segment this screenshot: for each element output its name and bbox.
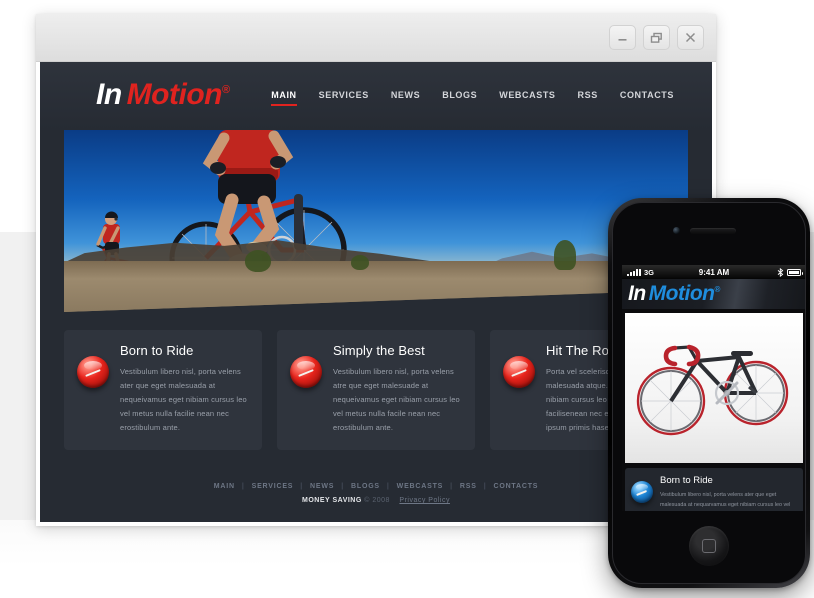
nav-item-blogs[interactable]: BLOGS: [442, 90, 477, 104]
phone-card-text: Vestibulum libero nisl, porta velens ate…: [660, 492, 791, 509]
shrub: [244, 249, 271, 272]
browser-title-bar: [36, 14, 716, 62]
footer-link-webcasts[interactable]: WEBCASTS: [397, 483, 443, 490]
footer-link-services[interactable]: SERVICES: [252, 483, 294, 490]
window-controls: [609, 25, 704, 50]
restore-icon: [650, 32, 662, 43]
nav-item-rss[interactable]: RSS: [578, 90, 598, 104]
speedometer-icon: [290, 356, 322, 388]
hero-banner: [64, 130, 688, 312]
road-bicycle-illustration: [636, 344, 789, 436]
phone-logo-word-in: In: [628, 282, 646, 305]
front-camera-icon: [673, 227, 680, 234]
restore-button[interactable]: [643, 25, 670, 50]
footer-link-main[interactable]: MAIN: [214, 483, 235, 490]
battery-icon: [787, 268, 803, 276]
card-body: Simply the Best Vestibulum libero nisl, …: [333, 343, 461, 434]
footer-link-rss[interactable]: RSS: [460, 483, 477, 490]
nav-item-contacts[interactable]: CONTACTS: [620, 90, 674, 104]
phone-site-logo[interactable]: In Motion®: [628, 282, 720, 306]
speedometer-icon: [503, 356, 535, 388]
feature-cards: Born to Ride Vestibulum libero nisl, por…: [64, 330, 688, 451]
logo-word-in: In: [96, 78, 122, 111]
speedometer-icon: [77, 356, 109, 388]
phone-body: 3G 9:41 AM In Motion® Born to Ride Vesti…: [612, 202, 806, 584]
feature-card-simply-the-best[interactable]: Simply the Best Vestibulum libero nisl, …: [277, 330, 475, 451]
card-title: Simply the Best: [333, 343, 425, 358]
card-text: Vestibulum libero nisl, porta velens ate…: [120, 367, 247, 432]
card-body: Born to Ride Vestibulum libero nisl, por…: [120, 343, 248, 434]
shrub: [351, 255, 370, 271]
phone-card-title: Born to Ride: [660, 475, 713, 486]
shrub: [553, 240, 576, 271]
home-button[interactable]: [689, 526, 729, 566]
main-navigation: MAIN SERVICES NEWS BLOGS WEBCASTS RSS CO…: [271, 90, 674, 106]
minimize-button[interactable]: [609, 25, 636, 50]
footer-separator: |: [241, 483, 245, 490]
card-text: Vestibulum libero nisl, porta velens atr…: [333, 367, 460, 432]
home-square-icon: [702, 539, 716, 553]
footer-brand: MONEY SAVING: [302, 497, 362, 504]
nav-item-webcasts[interactable]: WEBCASTS: [499, 90, 555, 104]
phone-card-body: Born to Ride Vestibulum libero nisl, por…: [660, 475, 796, 511]
earpiece-speaker: [690, 228, 736, 234]
phone-logo-word-motion: Motion: [648, 282, 715, 305]
phone-screen: 3G 9:41 AM In Motion® Born to Ride Vesti…: [622, 265, 805, 511]
speedometer-icon: [631, 481, 653, 503]
site-logo[interactable]: In Motion®: [96, 78, 230, 112]
footer-separator: |: [341, 483, 345, 490]
phone-status-bar: 3G 9:41 AM: [622, 265, 805, 279]
phone-hero-image: [625, 313, 803, 463]
registered-mark-icon: ®: [221, 84, 230, 96]
footer-year: © 2008: [364, 497, 390, 504]
nav-item-main[interactable]: MAIN: [271, 90, 297, 106]
nav-item-news[interactable]: NEWS: [391, 90, 420, 104]
close-icon: [685, 32, 696, 43]
footer-link-contacts[interactable]: CONTACTS: [493, 483, 538, 490]
footer-separator: |: [483, 483, 487, 490]
footer-link-news[interactable]: NEWS: [310, 483, 334, 490]
minimize-icon: [618, 39, 627, 41]
rocky-ground: [64, 261, 688, 312]
status-clock: 9:41 AM: [698, 267, 730, 277]
phone-registered-mark-icon: ®: [714, 285, 720, 294]
scene: In Motion® MAIN SERVICES NEWS BLOGS WEBCA…: [0, 0, 814, 598]
logo-word-motion: Motion: [126, 78, 223, 111]
card-title: Born to Ride: [120, 343, 194, 358]
close-button[interactable]: [677, 25, 704, 50]
hero-image: [64, 130, 688, 312]
nav-item-services[interactable]: SERVICES: [319, 90, 369, 104]
privacy-policy-link[interactable]: Privacy Policy: [399, 497, 450, 504]
phone-site-header: In Motion®: [622, 279, 805, 309]
smartphone-device: 3G 9:41 AM In Motion® Born to Ride Vesti…: [608, 198, 810, 588]
feature-card-born-to-ride[interactable]: Born to Ride Vestibulum libero nisl, por…: [64, 330, 262, 451]
phone-feature-card[interactable]: Born to Ride Vestibulum libero nisl, por…: [625, 468, 803, 511]
footer-separator: |: [386, 483, 390, 490]
footer-link-blogs[interactable]: BLOGS: [351, 483, 380, 490]
site-header: In Motion® MAIN SERVICES NEWS BLOGS WEBCA…: [40, 62, 712, 130]
footer-separator: |: [450, 483, 453, 490]
footer-separator: |: [300, 483, 304, 490]
